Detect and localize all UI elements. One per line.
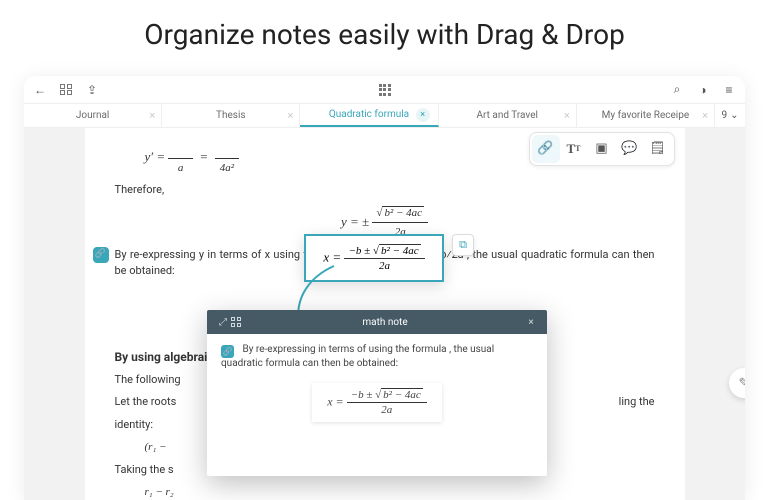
grid-icon[interactable] — [231, 317, 247, 327]
math-text: y′ = — [145, 149, 166, 164]
note-popup[interactable]: ⤢ math note × 🔗 By re-expressing in term… — [207, 310, 547, 476]
share-icon[interactable]: ⇪ — [84, 82, 100, 98]
tab-label: Quadratic formula — [329, 109, 409, 120]
drag-selection-box[interactable]: x = −b ± b² − 4ac 2a — [304, 234, 444, 282]
close-icon[interactable]: × — [523, 317, 539, 328]
tab-quadratic-formula[interactable]: Quadratic formula × — [300, 104, 438, 127]
paragraph: Therefore, — [115, 182, 655, 199]
tool-palette: 🔗 TT ▣ 💬 🗒 — [529, 132, 675, 166]
close-icon[interactable]: × — [149, 109, 155, 122]
link-tool-icon[interactable]: 🔗 — [532, 135, 560, 163]
search-icon[interactable]: ⌕ — [669, 82, 685, 98]
menu-icon[interactable]: ≡ — [721, 82, 737, 98]
topbar: ← ⇪ ⌕ ◑ ≡ — [24, 76, 745, 104]
comment-tool-icon[interactable]: 💬 — [616, 135, 644, 163]
tab-label: Art and Travel — [476, 110, 537, 121]
tab-journal[interactable]: Journal × — [24, 104, 162, 127]
page-indicator[interactable]: 9 ⌄ — [715, 104, 745, 127]
copy-icon[interactable]: ⧉ — [452, 234, 474, 256]
popup-text: By re-expressing in terms of using the f… — [221, 344, 494, 369]
close-icon[interactable]: × — [564, 109, 570, 122]
link-marker-icon[interactable]: 🔗 — [93, 247, 109, 263]
close-icon[interactable]: × — [288, 109, 294, 122]
popup-body: 🔗 By re-expressing in terms of using the… — [207, 334, 547, 432]
tab-label: Journal — [76, 110, 110, 121]
drag-equation: x = −b ± b² − 4ac 2a — [323, 245, 424, 272]
link-marker-icon[interactable]: 🔗 — [221, 345, 234, 358]
expand-icon[interactable]: ⤢ — [215, 317, 231, 328]
tab-art-travel[interactable]: Art and Travel × — [439, 104, 577, 127]
popup-title: math note — [247, 317, 523, 328]
tab-thesis[interactable]: Thesis × — [162, 104, 300, 127]
tabs-bar: Journal × Thesis × Quadratic formula × A… — [24, 104, 745, 128]
text-tool-icon[interactable]: TT — [560, 135, 588, 163]
back-icon[interactable]: ← — [32, 82, 48, 98]
math-text: a — [168, 159, 193, 177]
toggle-icon[interactable]: ◑ — [695, 82, 711, 98]
math-text: 4a² — [215, 159, 240, 177]
page-number: 9 — [722, 110, 728, 121]
math-text: b² − 4ac — [382, 206, 424, 219]
popup-equation: x = −b ± b² − 4ac 2a — [312, 383, 442, 422]
close-icon[interactable]: × — [702, 109, 708, 122]
hero-title: Organize notes easily with Drag & Drop — [0, 0, 769, 61]
tab-label: My favorite Receipe — [602, 110, 690, 121]
chevron-down-icon: ⌄ — [730, 110, 738, 121]
popup-header[interactable]: ⤢ math note × — [207, 310, 547, 334]
apps-icon[interactable] — [377, 82, 393, 98]
math-text: r₁ − r₂ — [115, 484, 655, 500]
app-window: ← ⇪ ⌕ ◑ ≡ Journal × Thesis × Quadratic f… — [24, 76, 745, 500]
grid-view-icon[interactable] — [58, 82, 74, 98]
edit-fab[interactable]: ✎ — [729, 368, 745, 398]
close-icon[interactable]: × — [416, 108, 430, 122]
tab-label: Thesis — [216, 110, 246, 121]
document-viewport[interactable]: 🔗 TT ▣ 💬 🗒 y′ = a = 4a² Therefore, y = ±… — [24, 128, 745, 500]
tab-recipe[interactable]: My favorite Receipe × — [577, 104, 715, 127]
image-tool-icon[interactable]: ▣ — [588, 135, 616, 163]
sticky-tool-icon[interactable]: 🗒 — [644, 135, 672, 163]
math-text: y = ± — [341, 213, 369, 228]
